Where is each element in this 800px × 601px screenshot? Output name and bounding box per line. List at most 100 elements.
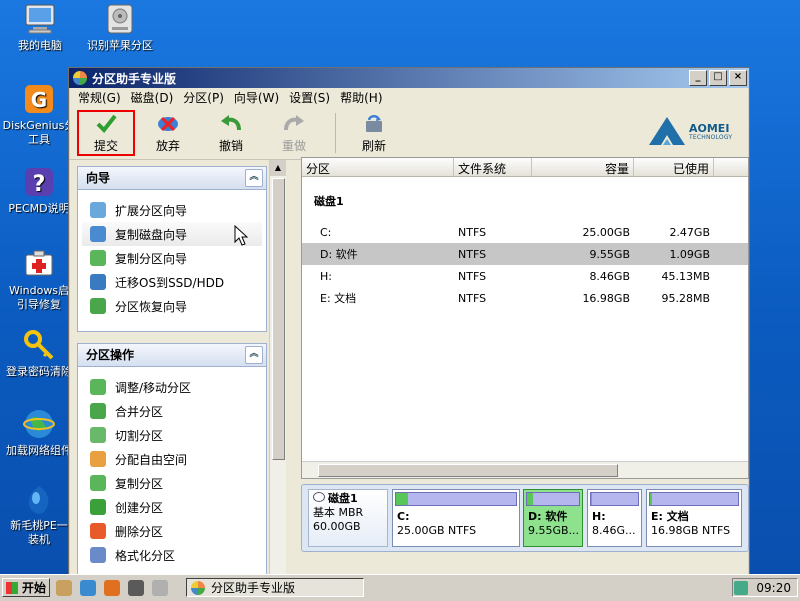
desktop-icon-diskgenius[interactable]: G DiskGenius分 工具: [2, 82, 76, 147]
usage-fill: [591, 493, 592, 505]
windows-logo-icon: [6, 581, 18, 594]
app-icon: [73, 71, 87, 85]
wizard-extend-partition[interactable]: 扩展分区向导: [78, 198, 266, 222]
quick-launch-disk-icon[interactable]: [152, 580, 168, 596]
menu-bar: 常规(G) 磁盘(D) 分区(P) 向导(W) 设置(S) 帮助(H): [69, 88, 749, 107]
column-capacity[interactable]: 容量: [532, 158, 634, 176]
minimize-button[interactable]: _: [689, 70, 707, 86]
clock: 09:20: [756, 580, 791, 595]
left-pane-scrollbar[interactable]: ▲: [269, 160, 286, 578]
window-titlebar[interactable]: 分区助手专业版 _ □ ×: [69, 68, 749, 88]
operations-pane: 向导 ︽ 扩展分区向导 复制磁盘向导 复制分区向导 迁移OS到SSD/HDD 分…: [73, 160, 285, 578]
partition-list-header: 分区 文件系统 容量 已使用: [302, 158, 748, 177]
menu-partition[interactable]: 分区(P): [178, 89, 229, 106]
hscroll-thumb[interactable]: [318, 464, 618, 477]
mouse-cursor-icon: [234, 225, 248, 246]
partition-assistant-window: 分区助手专业版 _ □ × 常规(G) 磁盘(D) 分区(P) 向导(W) 设置…: [68, 67, 750, 579]
quick-launch-folder-icon[interactable]: [104, 580, 120, 596]
wizard-migrate-os[interactable]: 迁移OS到SSD/HDD: [78, 270, 266, 294]
quick-launch-tool-icon[interactable]: [128, 580, 144, 596]
desktop-icon-boot-repair[interactable]: Windows启 引导修复: [2, 247, 76, 312]
partition-list-hscrollbar[interactable]: [302, 461, 748, 478]
create-icon: [90, 499, 106, 515]
collapse-icon[interactable]: ︽: [245, 346, 263, 364]
quick-launch-network-icon[interactable]: [80, 580, 96, 596]
partition-block-c[interactable]: C: 25.00GB NTFS: [392, 489, 520, 547]
taskbar-item-partition-assistant[interactable]: 分区助手专业版: [186, 578, 364, 597]
column-used[interactable]: 已使用: [634, 158, 714, 176]
redo-button[interactable]: 重做: [264, 110, 324, 156]
wizard-copy-partition[interactable]: 复制分区向导: [78, 246, 266, 270]
table-row[interactable]: E: 文档 NTFS 16.98GB 95.28MB: [302, 287, 748, 309]
disk-icon: [103, 2, 137, 36]
partition-operations-header[interactable]: 分区操作 ︽: [78, 344, 266, 367]
system-tray: 09:20: [732, 578, 798, 597]
op-allocate-free-space[interactable]: 分配自由空间: [78, 447, 266, 471]
menu-disk[interactable]: 磁盘(D): [126, 89, 179, 106]
wizard-partition-recovery[interactable]: 分区恢复向导: [78, 294, 266, 318]
discard-button[interactable]: 放弃: [138, 110, 198, 156]
menu-help[interactable]: 帮助(H): [335, 89, 387, 106]
op-create-partition[interactable]: 创建分区: [78, 495, 266, 519]
undo-button[interactable]: 撤销: [201, 110, 261, 156]
computer-icon: [23, 2, 57, 36]
menu-settings[interactable]: 设置(S): [284, 89, 335, 106]
desktop-icon-password-clear[interactable]: 登录密码清除: [2, 328, 76, 379]
refresh-button[interactable]: 刷新: [344, 110, 404, 156]
left-pane-scroll-thumb[interactable]: [272, 178, 285, 460]
refresh-icon: [362, 112, 386, 134]
maximize-button[interactable]: □: [709, 70, 727, 86]
copy-icon: [90, 475, 106, 491]
op-delete-partition[interactable]: 删除分区: [78, 519, 266, 543]
op-merge[interactable]: 合并分区: [78, 399, 266, 423]
copy-disk-icon: [90, 226, 106, 242]
svg-text:?: ?: [33, 172, 46, 197]
recovery-icon: [90, 298, 106, 314]
usage-fill: [396, 493, 408, 505]
partition-block-h[interactable]: H: 8.46G...: [587, 489, 642, 547]
checkmark-icon: [94, 112, 118, 134]
partition-block-d[interactable]: D: 软件 9.55GB...: [523, 489, 583, 547]
wizard-panel-header[interactable]: 向导 ︽: [78, 167, 266, 190]
quick-launch-explorer-icon[interactable]: [56, 580, 72, 596]
table-row[interactable]: D: 软件 NTFS 9.55GB 1.09GB: [302, 243, 748, 265]
op-format-partition[interactable]: 格式化分区: [78, 543, 266, 567]
column-filesystem[interactable]: 文件系统: [454, 158, 532, 176]
redo-icon: [282, 112, 306, 134]
table-row[interactable]: H: NTFS 8.46GB 45.13MB: [302, 265, 748, 287]
svg-text:G: G: [31, 88, 47, 112]
tray-network-icon[interactable]: [734, 580, 749, 595]
partition-list: 分区 文件系统 容量 已使用 磁盘1 C: NTFS 25.00GB 2.47G…: [301, 157, 749, 479]
desktop-icon-apple-partition[interactable]: 识别苹果分区: [80, 2, 160, 53]
menu-general[interactable]: 常规(G): [73, 89, 126, 106]
desktop-icon-one-key-install[interactable]: 新毛桃PE一 装机: [2, 482, 76, 547]
op-copy-partition[interactable]: 复制分区: [78, 471, 266, 495]
start-button[interactable]: 开始: [2, 578, 50, 597]
menu-wizard[interactable]: 向导(W): [229, 89, 284, 106]
partition-block-e[interactable]: E: 文档 16.98GB NTFS: [646, 489, 742, 547]
op-split[interactable]: 切割分区: [78, 423, 266, 447]
op-resize-move[interactable]: 调整/移动分区: [78, 375, 266, 399]
brand-subtitle: TECHNOLOGY: [689, 134, 733, 141]
resize-icon: [90, 379, 106, 395]
toolbar-separator: [335, 113, 336, 153]
column-partition[interactable]: 分区: [302, 158, 454, 176]
desktop-icon-my-computer[interactable]: 我的电脑: [0, 2, 80, 53]
split-icon: [90, 427, 106, 443]
desktop-icon-network[interactable]: 加载网络组件: [2, 407, 76, 458]
partition-operations-panel: 分区操作 ︽ 调整/移动分区 合并分区 切割分区 分配自由空间 复制分区 创建分…: [77, 343, 267, 578]
table-row[interactable]: C: NTFS 25.00GB 2.47GB: [302, 221, 748, 243]
collapse-icon[interactable]: ︽: [245, 169, 263, 187]
desktop-icon-pecmd-help[interactable]: ? PECMD说明: [2, 165, 76, 216]
aomei-logo-mark: [649, 117, 685, 145]
toolbar: 提交 放弃 撤销 重做 刷新 AOMEI TECHNOLOGY: [69, 107, 749, 160]
disk-info[interactable]: 磁盘1 基本 MBR 60.00GB: [308, 489, 388, 547]
submit-button[interactable]: 提交: [77, 110, 135, 156]
close-button[interactable]: ×: [729, 70, 747, 86]
undo-icon: [219, 112, 243, 134]
aomei-logo: AOMEI TECHNOLOGY: [647, 115, 739, 149]
disk-icon: [313, 492, 325, 502]
scroll-up-icon[interactable]: ▲: [270, 160, 286, 176]
migrate-icon: [90, 274, 106, 290]
wizard-panel: 向导 ︽ 扩展分区向导 复制磁盘向导 复制分区向导 迁移OS到SSD/HDD 分…: [77, 166, 267, 332]
